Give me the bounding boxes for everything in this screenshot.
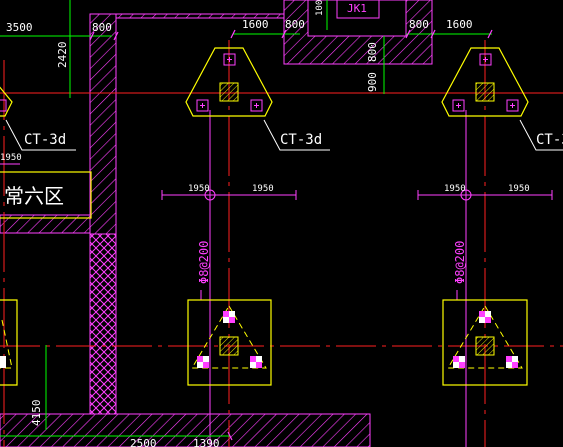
- dim-800-vertical: 800: [366, 42, 379, 62]
- dim-1600-a: 1600: [242, 18, 269, 31]
- pile-mark: [223, 311, 235, 323]
- dim-1950-b1: 1950: [444, 184, 466, 194]
- dim-2500: 2500: [130, 437, 157, 447]
- pile-mark: [0, 356, 6, 368]
- dim-1950-a1: 1950: [188, 184, 210, 194]
- pile-mark: [250, 356, 262, 368]
- wall-bottom: [0, 413, 371, 447]
- wall-vertical-left-crosshatch: [89, 233, 117, 415]
- dim-1390: 1390: [193, 437, 220, 447]
- cap-label-right: CT-3: [536, 132, 563, 148]
- dim-1950-a2: 1950: [252, 184, 274, 194]
- cad-drawing: JK1 3500 800 2420 1600 800 800 1600 800 …: [0, 0, 563, 447]
- column-hatch: [475, 82, 495, 102]
- pile-mark: [506, 356, 518, 368]
- rebar-note-b: Φ8@200: [453, 241, 467, 284]
- dim-2420: 2420: [56, 42, 69, 69]
- dim-1600-b: 1600: [446, 18, 473, 31]
- dim-800-left: 800: [92, 21, 112, 34]
- dim-4150: 4150: [30, 400, 43, 427]
- wall-vertical-left: [89, 13, 117, 235]
- rebar-note-a: Φ8@200: [197, 241, 211, 284]
- column-hatch: [219, 82, 239, 102]
- room-label: 常六区: [4, 184, 64, 208]
- cap-label-left: CT-3d: [24, 132, 66, 148]
- pile-mark: [479, 311, 491, 323]
- dim-800-a: 800: [285, 18, 305, 31]
- dim-3500: 3500: [6, 21, 33, 34]
- pile-top-label: JK1: [347, 2, 367, 15]
- dim-1950-left: 1950: [0, 153, 22, 163]
- cap-label-mid: CT-3d: [280, 132, 322, 148]
- pile-mark: [197, 356, 209, 368]
- pile-mark: [453, 356, 465, 368]
- column-hatch: [475, 336, 495, 356]
- dim-1950-b2: 1950: [508, 184, 530, 194]
- dim-800-b: 800: [409, 18, 429, 31]
- column-hatch: [219, 336, 239, 356]
- dim-900: 900: [366, 72, 379, 92]
- dim-100: 100: [315, 0, 325, 16]
